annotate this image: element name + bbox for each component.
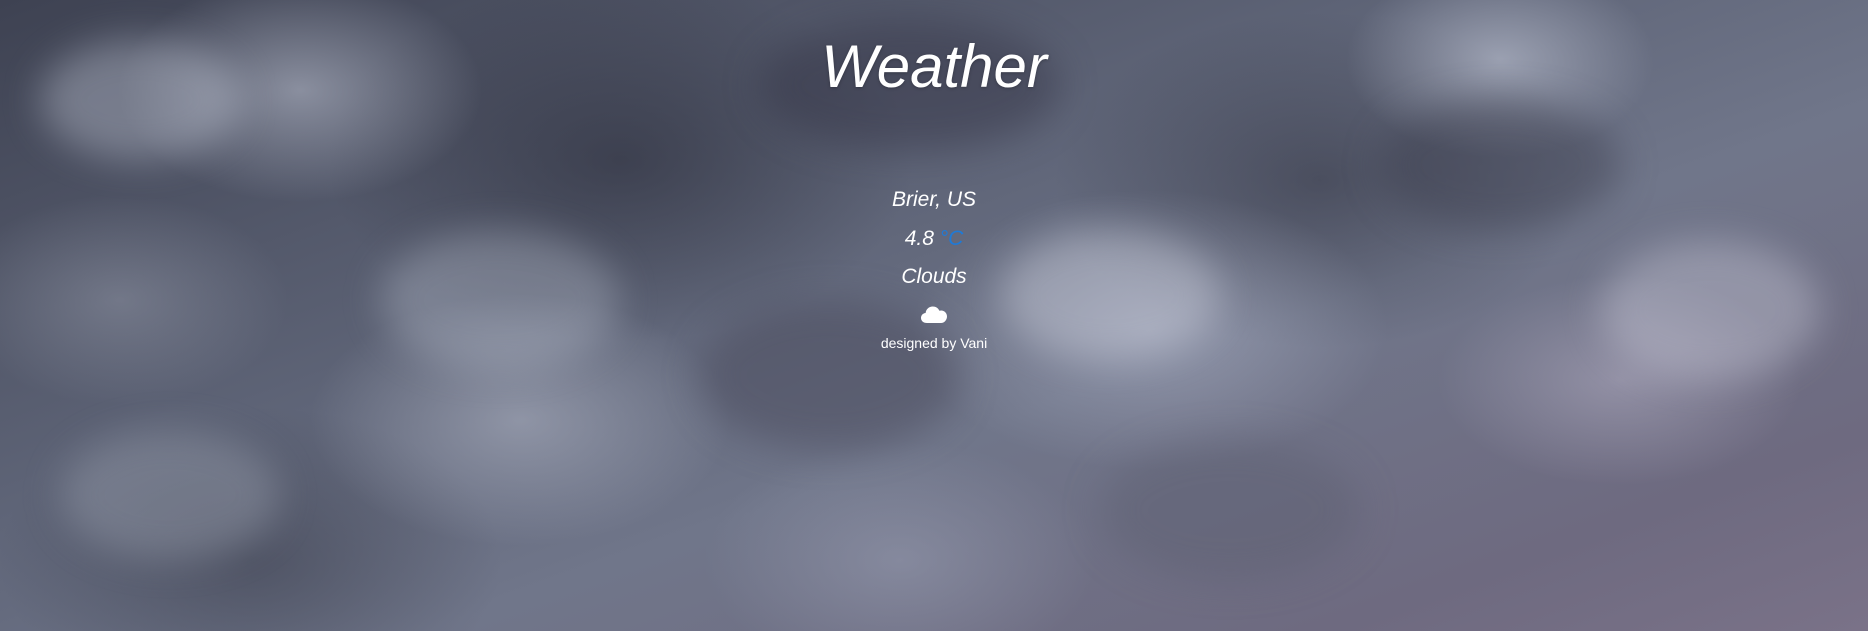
temperature-value: 4.8 [904, 227, 934, 250]
weather-condition: Clouds [901, 265, 967, 288]
temperature-row: 4.8 °C [0, 227, 1868, 251]
weather-app: Weather Brier, US 4.8 °C Clouds designed… [0, 0, 1868, 351]
designer-credit: designed by Vani [880, 335, 988, 351]
temperature-unit-toggle[interactable]: °C [940, 227, 964, 250]
location-label: Brier, US [891, 188, 977, 211]
cloud-icon [920, 303, 948, 325]
page-title: Weather [821, 33, 1047, 100]
